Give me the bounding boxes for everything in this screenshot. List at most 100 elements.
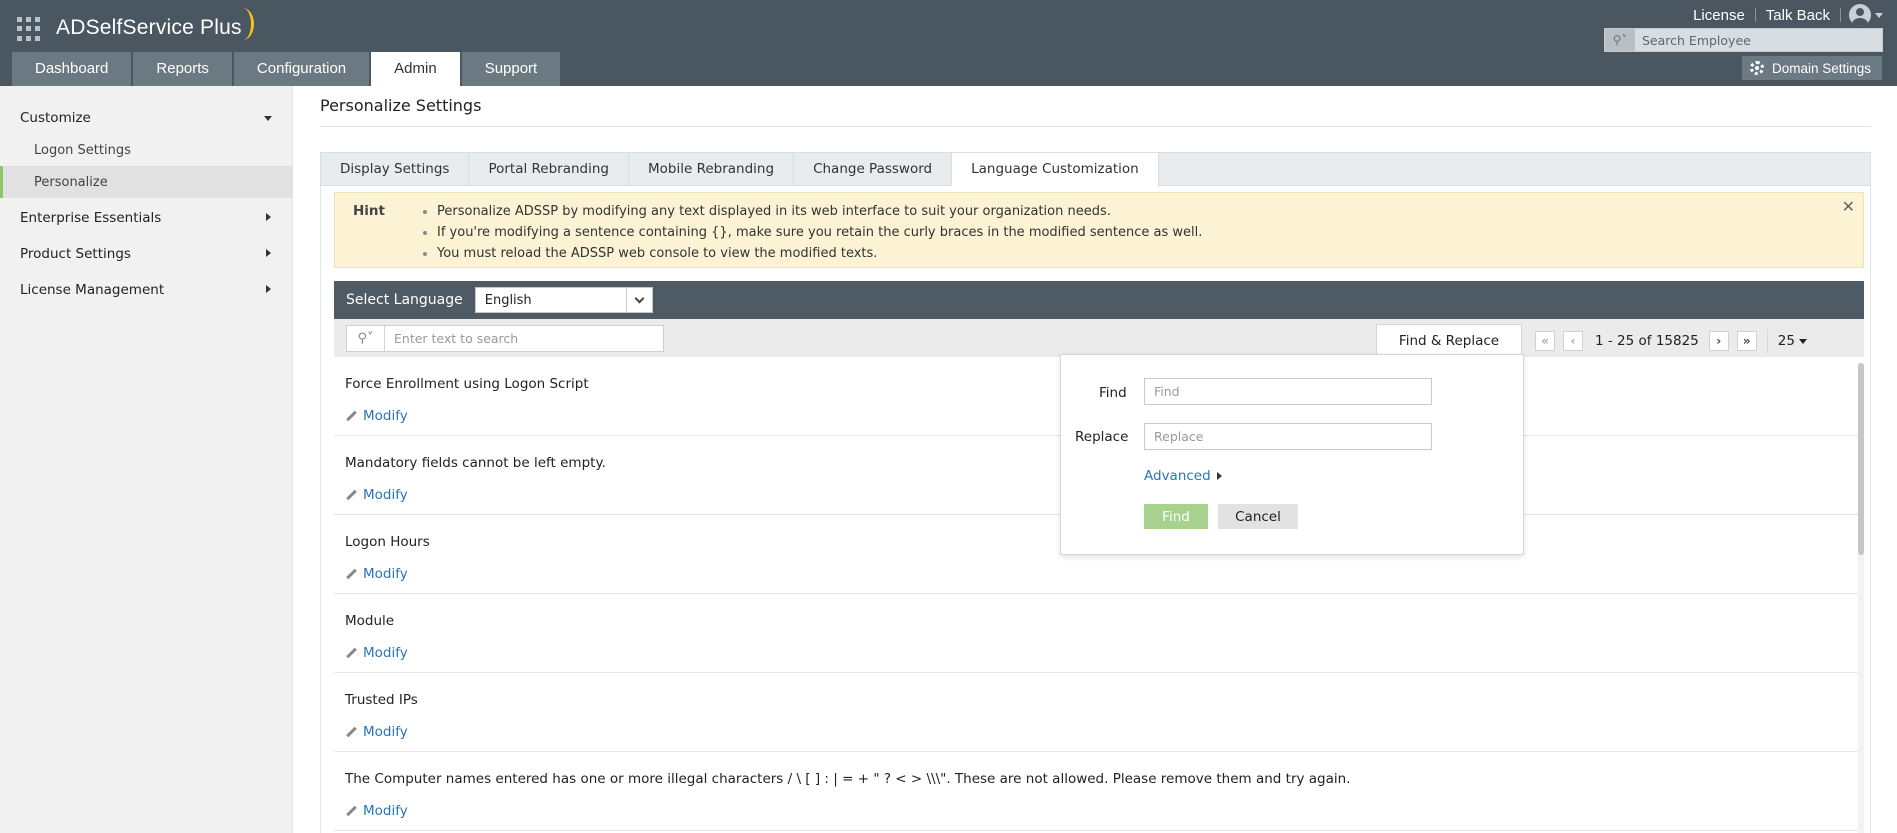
language-bar: Select Language English [334,281,1864,319]
list-item: Trusted IPs Modify [334,673,1858,752]
cancel-button[interactable]: Cancel [1218,504,1298,529]
chevron-right-icon [266,213,271,221]
pagination-range: 1 - 25 of 15825 [1595,333,1699,349]
tab-change-password[interactable]: Change Password [794,153,953,186]
sidebar-section-label: Product Settings [20,246,131,262]
divider [320,126,1871,127]
hint-list: Personalize ADSSP by modifying any text … [423,201,1202,264]
close-icon[interactable]: ✕ [1842,197,1855,216]
sidebar-item-label: Logon Settings [34,142,131,158]
settings-tabs: Display Settings Portal Rebranding Mobil… [320,152,1871,187]
sidebar-section-label: License Management [20,282,165,298]
list-item: Module Modify [334,594,1858,673]
sidebar-section-label: Enterprise Essentials [20,210,162,226]
app-header: ADSelfService Plus License Talk Back ⚲˅ … [0,0,1897,86]
tab-portal-rebranding[interactable]: Portal Rebranding [469,153,629,186]
hint-box: Hint Personalize ADSSP by modifying any … [334,192,1864,268]
chevron-right-icon [266,285,271,293]
sidebar-item-personalize[interactable]: Personalize [0,166,293,198]
modify-label: Modify [363,724,408,740]
chevron-down-icon[interactable] [1875,12,1883,18]
talk-back-link[interactable]: Talk Back [1756,7,1840,24]
divider [1840,8,1841,22]
pencil-icon [347,569,357,579]
per-page-select[interactable]: 25 [1778,333,1807,349]
find-replace-popup: Find Replace Advanced Find Cancel [1060,354,1524,555]
pagination: « ‹ 1 - 25 of 15825 › » 25 [1535,329,1807,353]
modify-link[interactable]: Modify [347,408,408,424]
sidebar-item-logon-settings[interactable]: Logon Settings [0,134,293,166]
search-employee-input[interactable] [1635,29,1875,51]
domain-settings-button[interactable]: Domain Settings [1742,56,1882,80]
nav-tab-reports[interactable]: Reports [133,52,232,86]
replace-input[interactable] [1144,423,1432,450]
advanced-label: Advanced [1144,468,1211,484]
last-page-icon[interactable]: » [1736,331,1757,351]
modify-link[interactable]: Modify [347,803,408,819]
list-item: The Computer names entered has one or mo… [334,752,1858,831]
sidebar-section-license-management[interactable]: License Management [0,275,293,305]
tab-display-settings[interactable]: Display Settings [321,153,470,186]
sidebar-section-customize[interactable]: Customize [0,103,293,133]
modify-link[interactable]: Modify [347,724,408,740]
sidebar-section-label: Customize [20,110,91,126]
list-item-text: Trusted IPs [345,692,418,708]
advanced-link[interactable]: Advanced [1144,468,1222,484]
main-nav: Dashboard Reports Configuration Admin Su… [12,52,562,86]
modify-link[interactable]: Modify [347,645,408,661]
app-logo: ADSelfService Plus [56,16,242,39]
divider [1766,329,1768,353]
nav-tab-dashboard[interactable]: Dashboard [12,52,132,86]
modify-label: Modify [363,487,408,503]
first-page-icon[interactable]: « [1535,331,1555,351]
top-links: License Talk Back [1683,4,1883,26]
pencil-icon [347,411,357,421]
find-replace-tab[interactable]: Find & Replace [1376,324,1522,357]
list-item-text: Mandatory fields cannot be left empty. [345,455,606,471]
pencil-icon [347,648,357,658]
list-item-text: The Computer names entered has one or mo… [345,771,1351,787]
list-item-text: Force Enrollment using Logon Script [345,376,589,392]
sidebar-section-enterprise-essentials[interactable]: Enterprise Essentials [0,203,293,233]
chevron-down-icon [264,116,272,121]
user-avatar-icon[interactable] [1849,4,1871,26]
modify-link[interactable]: Modify [347,566,408,582]
nav-tab-support[interactable]: Support [461,52,561,86]
tab-language-customization[interactable]: Language Customization [952,153,1159,187]
hint-item: If you're modifying a sentence containin… [423,222,1202,243]
text-search-input[interactable] [385,326,655,351]
chevron-right-icon [266,249,271,257]
gear-icon [1750,61,1764,75]
modify-label: Modify [363,803,408,819]
scrollbar[interactable] [1858,363,1864,833]
pencil-icon [347,727,357,737]
apps-grid-icon[interactable] [17,17,41,41]
chevron-down-icon [1798,338,1807,344]
license-link[interactable]: License [1683,7,1755,24]
language-selected-value: English [484,292,532,308]
language-select[interactable]: English [474,287,653,313]
modify-label: Modify [363,408,408,424]
search-icon[interactable]: ⚲˅ [1605,29,1635,51]
list-item-text: Logon Hours [345,534,430,550]
nav-tab-admin[interactable]: Admin [371,52,460,86]
tab-mobile-rebranding[interactable]: Mobile Rebranding [629,153,795,186]
modify-label: Modify [363,645,408,661]
modify-link[interactable]: Modify [347,487,408,503]
find-input[interactable] [1144,378,1432,405]
prev-page-icon[interactable]: ‹ [1563,331,1583,351]
next-page-icon[interactable]: › [1708,331,1729,351]
sidebar-item-label: Personalize [34,174,108,190]
sidebar-section-product-settings[interactable]: Product Settings [0,239,293,269]
hint-item: Personalize ADSSP by modifying any text … [423,201,1202,222]
replace-label: Replace [1075,429,1129,445]
scrollbar-thumb[interactable] [1858,363,1864,555]
find-button[interactable]: Find [1144,504,1208,529]
hint-item: You must reload the ADSSP web console to… [423,243,1202,264]
search-icon[interactable]: ⚲˅ [347,326,385,351]
page-title: Personalize Settings [320,96,482,115]
nav-tab-configuration[interactable]: Configuration [233,52,370,86]
logo-swoosh-icon [232,8,254,40]
domain-settings-label: Domain Settings [1772,60,1872,76]
sidebar: Customize Logon Settings Personalize Ent… [0,86,293,833]
